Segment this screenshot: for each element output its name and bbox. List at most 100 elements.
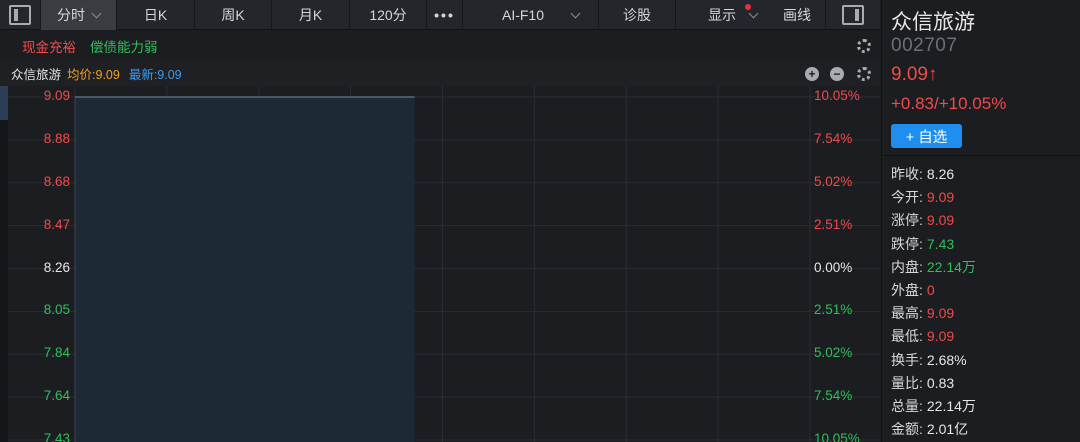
stock-tags-bar: 现金充裕 偿债能力弱 bbox=[0, 31, 880, 61]
gear-icon[interactable] bbox=[857, 39, 871, 53]
tab-label: 分时 bbox=[57, 7, 85, 23]
y-tick-label-right: 5.02% bbox=[814, 173, 853, 189]
y-tick-label-left: 7.84 bbox=[43, 345, 70, 361]
y-tick-label-right: 7.54% bbox=[814, 130, 853, 146]
panel-left-icon bbox=[9, 5, 31, 25]
tab-label: 月K bbox=[298, 7, 323, 23]
panel-right-icon bbox=[842, 5, 864, 25]
chevron-down-icon bbox=[570, 8, 581, 18]
stat-value: 22.14万 bbox=[926, 258, 976, 275]
tab-label: 周K bbox=[221, 7, 245, 23]
stat-row: 外盘: 0 bbox=[891, 280, 935, 300]
ai-f10-button[interactable]: AI-F10 bbox=[463, 0, 599, 30]
latest-price-label: 最新:9.09 bbox=[128, 68, 182, 82]
y-tick-label-left: 8.47 bbox=[43, 216, 70, 232]
add-watchlist-button[interactable]: + 自选 bbox=[891, 124, 962, 148]
tag-cash-rich[interactable]: 现金充裕 bbox=[22, 36, 76, 56]
stat-label: 量比: bbox=[891, 374, 923, 391]
more-button[interactable]: ••• bbox=[427, 0, 463, 30]
diagnose-button[interactable]: 诊股 bbox=[599, 0, 676, 30]
display-label: 显示 bbox=[708, 7, 736, 23]
y-tick-label-left: 7.43 bbox=[43, 431, 70, 442]
zoom-out-icon[interactable]: − bbox=[830, 67, 844, 81]
price-area bbox=[75, 97, 415, 442]
stat-row: 总量: 22.14万 bbox=[891, 396, 976, 416]
stat-row: 内盘: 22.14万 bbox=[891, 257, 976, 277]
tag-weak-solvency[interactable]: 偿债能力弱 bbox=[90, 36, 158, 56]
y-tick-label-left: 9.09 bbox=[43, 88, 70, 103]
stock-code: 002707 bbox=[891, 35, 958, 56]
stat-value: 9.09 bbox=[926, 212, 955, 229]
y-tick-label-right: 7.54% bbox=[814, 388, 853, 404]
toggle-right-panel-button[interactable] bbox=[826, 0, 880, 30]
diagnose-label: 诊股 bbox=[623, 7, 651, 23]
y-tick-label-right: 2.51% bbox=[814, 302, 853, 318]
stat-row: 涨停: 9.09 bbox=[891, 210, 954, 230]
stat-row: 量比: 0.83 bbox=[891, 373, 954, 393]
stat-label: 今开: bbox=[891, 189, 923, 206]
stat-value: 0.83 bbox=[926, 374, 955, 391]
tab-daily-k[interactable]: 日K bbox=[117, 0, 195, 30]
stock-name: 众信旅游 bbox=[891, 11, 975, 34]
stat-label: 最低: bbox=[891, 328, 923, 345]
chart-header: 众信旅游 均价:9.09 最新:9.09 + − bbox=[0, 61, 880, 86]
stat-row: 最高: 9.09 bbox=[891, 303, 954, 323]
stat-label: 涨停: bbox=[891, 212, 923, 229]
zoom-in-icon[interactable]: + bbox=[805, 67, 819, 81]
tab-timeshare[interactable]: 分时 bbox=[41, 0, 117, 30]
ai-f10-label: AI-F10 bbox=[501, 7, 544, 23]
stat-value: 9.09 bbox=[926, 189, 955, 206]
stat-value: 22.14万 bbox=[926, 398, 976, 414]
stat-row: 最低: 9.09 bbox=[891, 326, 954, 346]
avg-price-label: 均价:9.09 bbox=[67, 68, 120, 82]
y-tick-label-right: 2.51% bbox=[814, 216, 853, 232]
stat-label: 昨收: bbox=[891, 166, 923, 182]
y-tick-label-left: 8.05 bbox=[43, 302, 70, 318]
notification-dot bbox=[745, 4, 751, 10]
stat-row: 金额: 2.01亿 bbox=[891, 419, 968, 439]
toggle-left-panel-button[interactable] bbox=[0, 0, 41, 30]
stat-label: 内盘: bbox=[891, 258, 923, 275]
stat-row: 换手: 2.68% bbox=[891, 350, 967, 370]
price-change: +0.83/+10.05% bbox=[891, 94, 1007, 113]
display-button[interactable]: 显示 bbox=[676, 0, 769, 30]
tab-120min[interactable]: 120分 bbox=[350, 0, 427, 30]
stat-value: 0 bbox=[926, 282, 935, 298]
stat-row: 昨收: 8.26 bbox=[891, 164, 954, 184]
stat-label: 跌停: bbox=[891, 235, 923, 252]
stat-value: 2.01亿 bbox=[926, 421, 969, 438]
tab-monthly-k[interactable]: 月K bbox=[272, 0, 350, 30]
stat-value: 2.68% bbox=[926, 351, 967, 368]
stat-value: 9.09 bbox=[926, 305, 955, 322]
draw-line-button[interactable]: 画线 bbox=[769, 0, 826, 30]
stat-value: 9.09 bbox=[926, 328, 955, 345]
stat-label: 换手: bbox=[891, 351, 923, 368]
stat-row: 跌停: 7.43 bbox=[891, 234, 954, 254]
chart-toolbar: 分时 日K 周K 月K 120分 ••• AI-F10 诊股 显示 画线 bbox=[0, 0, 880, 30]
stat-row: 今开: 9.09 bbox=[891, 187, 954, 207]
tab-label: 120分 bbox=[369, 7, 407, 23]
y-tick-label-left: 8.88 bbox=[43, 130, 70, 146]
stat-label: 金额: bbox=[891, 421, 923, 438]
stat-value: 8.26 bbox=[926, 166, 955, 182]
chart-stock-name: 众信旅游 bbox=[11, 68, 62, 82]
stat-label: 外盘: bbox=[891, 282, 923, 298]
y-tick-label-right: 10.05% bbox=[814, 88, 860, 103]
stat-value: 7.43 bbox=[926, 235, 955, 252]
divider bbox=[882, 155, 1080, 156]
tab-weekly-k[interactable]: 周K bbox=[195, 0, 272, 30]
y-tick-label-left: 8.68 bbox=[43, 173, 70, 189]
stat-label: 最高: bbox=[891, 305, 923, 322]
y-tick-label-right: 10.05% bbox=[814, 431, 860, 442]
gear-icon[interactable] bbox=[857, 67, 871, 81]
current-price: 9.09↑ bbox=[891, 64, 938, 85]
chevron-down-icon bbox=[748, 8, 759, 18]
y-tick-label-right: 0.00% bbox=[814, 259, 853, 275]
y-tick-label-left: 7.64 bbox=[43, 388, 70, 404]
y-tick-label-right: 5.02% bbox=[814, 345, 853, 361]
stat-label: 总量: bbox=[891, 398, 923, 414]
y-tick-label-left: 8.26 bbox=[43, 259, 70, 275]
draw-line-label: 画线 bbox=[783, 7, 811, 23]
timeshare-chart[interactable] bbox=[0, 86, 880, 442]
quote-panel: 众信旅游 002707 9.09↑ +0.83/+10.05% + 自选 昨收:… bbox=[881, 0, 1080, 442]
